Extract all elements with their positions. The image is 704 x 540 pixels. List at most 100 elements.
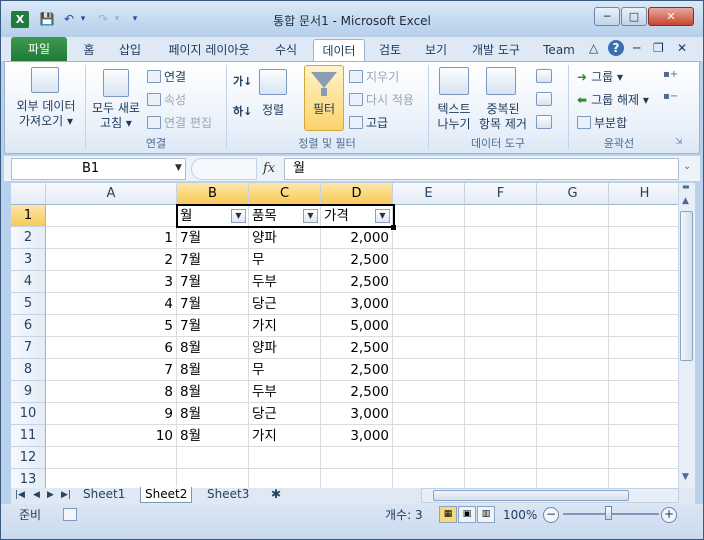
cell-g7[interactable] [537, 337, 609, 359]
cell-d5[interactable]: 3,000 [321, 293, 393, 315]
help-icon[interactable]: ? [608, 40, 624, 56]
workbook-restore-icon[interactable]: ❐ [653, 41, 664, 55]
tab-page-layout[interactable]: 페이지 레이아웃 [159, 39, 259, 61]
cell-f9[interactable] [465, 381, 537, 403]
cell-d6[interactable]: 5,000 [321, 315, 393, 337]
row-header-10[interactable]: 10 [11, 403, 46, 425]
row-header-13[interactable]: 13 [11, 469, 46, 488]
cell-c8[interactable]: 무 [249, 359, 321, 381]
cell-f8[interactable] [465, 359, 537, 381]
cell-e12[interactable] [393, 447, 465, 469]
cell-g4[interactable] [537, 271, 609, 293]
group-button[interactable]: ➜ 그룹 ▾ [577, 68, 623, 85]
row-header-12[interactable]: 12 [11, 447, 46, 469]
cell-h5[interactable] [609, 293, 678, 315]
column-header-g[interactable]: G [537, 183, 609, 205]
maximize-button[interactable]: □ [621, 7, 647, 26]
cell-e11[interactable] [393, 425, 465, 447]
zoom-slider-thumb[interactable] [605, 506, 612, 520]
reapply-button[interactable]: 다시 적용 [349, 91, 414, 108]
zoom-in-button[interactable]: + [661, 507, 677, 523]
page-layout-view-button[interactable]: ▣ [458, 506, 476, 523]
cell-d10[interactable]: 3,000 [321, 403, 393, 425]
cell-h7[interactable] [609, 337, 678, 359]
zoom-level[interactable]: 100% [503, 507, 537, 523]
first-sheet-icon[interactable]: |◀ [15, 488, 25, 503]
column-header-e[interactable]: E [393, 183, 465, 205]
prev-sheet-icon[interactable]: ◀ [33, 488, 40, 503]
cell-d8[interactable]: 2,500 [321, 359, 393, 381]
insert-sheet-icon[interactable]: ✱ [267, 487, 285, 503]
tab-formulas[interactable]: 수식 [269, 39, 303, 61]
cell-c1[interactable]: 품목 ▼ [249, 205, 321, 227]
column-header-d[interactable]: D [321, 183, 393, 205]
edit-links-button[interactable]: 연결 편집 [147, 114, 212, 131]
name-box-dropdown-icon[interactable]: ▼ [175, 163, 182, 173]
sort-button[interactable]: 정렬 [255, 103, 291, 118]
row-header-7[interactable]: 7 [11, 337, 46, 359]
cell-e5[interactable] [393, 293, 465, 315]
cell-g10[interactable] [537, 403, 609, 425]
cell-c6[interactable]: 가지 [249, 315, 321, 337]
cell-h13[interactable] [609, 469, 678, 488]
show-detail-icon[interactable]: ▪+ [663, 69, 678, 80]
consolidate-icon[interactable] [536, 92, 552, 106]
cell-f13[interactable] [465, 469, 537, 488]
cell-d4[interactable]: 2,500 [321, 271, 393, 293]
cell-b4[interactable]: 7월 [177, 271, 249, 293]
cell-e1[interactable] [393, 205, 465, 227]
cell-a3[interactable]: 2 [46, 249, 177, 271]
hide-detail-icon[interactable]: ▪− [663, 91, 678, 102]
cell-f2[interactable] [465, 227, 537, 249]
cell-f3[interactable] [465, 249, 537, 271]
ungroup-button[interactable]: ⬅ 그룹 해제 ▾ [577, 91, 649, 108]
cell-h9[interactable] [609, 381, 678, 403]
cell-a1[interactable] [46, 205, 177, 227]
filter-dropdown-month-icon[interactable]: ▼ [231, 209, 246, 223]
column-header-c[interactable]: C [249, 183, 321, 205]
tab-team[interactable]: Team [539, 39, 579, 61]
last-sheet-icon[interactable]: ▶| [61, 488, 71, 503]
scroll-down-icon[interactable]: ▼ [682, 472, 689, 482]
cell-h11[interactable] [609, 425, 678, 447]
refresh-all-button[interactable]: 모두 새로 고침 ▾ [87, 101, 145, 131]
cell-b11[interactable]: 8월 [177, 425, 249, 447]
cell-d9[interactable]: 2,500 [321, 381, 393, 403]
cell-c2[interactable]: 양파 [249, 227, 321, 249]
tab-developer[interactable]: 개발 도구 [465, 39, 527, 61]
filter-dropdown-price-icon[interactable]: ▼ [375, 209, 390, 223]
sheet-tab-1[interactable]: Sheet1 [79, 487, 129, 503]
cell-h4[interactable] [609, 271, 678, 293]
row-header-3[interactable]: 3 [11, 249, 46, 271]
cell-h3[interactable] [609, 249, 678, 271]
cell-c13[interactable] [249, 469, 321, 488]
cell-h10[interactable] [609, 403, 678, 425]
cell-g5[interactable] [537, 293, 609, 315]
cell-a10[interactable]: 9 [46, 403, 177, 425]
sheet-tab-3[interactable]: Sheet3 [203, 487, 253, 503]
collapse-ribbon-icon[interactable]: △ [589, 41, 598, 55]
cell-a11[interactable]: 10 [46, 425, 177, 447]
workbook-close-icon[interactable]: ✕ [677, 41, 687, 55]
cell-b13[interactable] [177, 469, 249, 488]
cell-e3[interactable] [393, 249, 465, 271]
minimize-button[interactable]: ─ [594, 7, 620, 26]
formula-bar-splitter[interactable] [191, 158, 257, 180]
tab-insert[interactable]: 삽입 [113, 39, 147, 61]
cell-d11[interactable]: 3,000 [321, 425, 393, 447]
split-box-icon[interactable]: ▬ [682, 182, 690, 191]
cell-d1[interactable]: 가격 ▼ [321, 205, 393, 227]
fill-handle[interactable] [391, 225, 396, 230]
workbook-minimize-icon[interactable]: ─ [633, 41, 640, 55]
row-header-11[interactable]: 11 [11, 425, 46, 447]
insert-function-icon[interactable]: fx [263, 161, 275, 176]
filter-dropdown-item-icon[interactable]: ▼ [303, 209, 318, 223]
cell-f5[interactable] [465, 293, 537, 315]
cell-c4[interactable]: 두부 [249, 271, 321, 293]
zoom-out-button[interactable]: − [543, 507, 559, 523]
cell-a9[interactable]: 8 [46, 381, 177, 403]
cell-b6[interactable]: 7월 [177, 315, 249, 337]
cell-a7[interactable]: 6 [46, 337, 177, 359]
cell-g1[interactable] [537, 205, 609, 227]
cell-d2[interactable]: 2,000 [321, 227, 393, 249]
